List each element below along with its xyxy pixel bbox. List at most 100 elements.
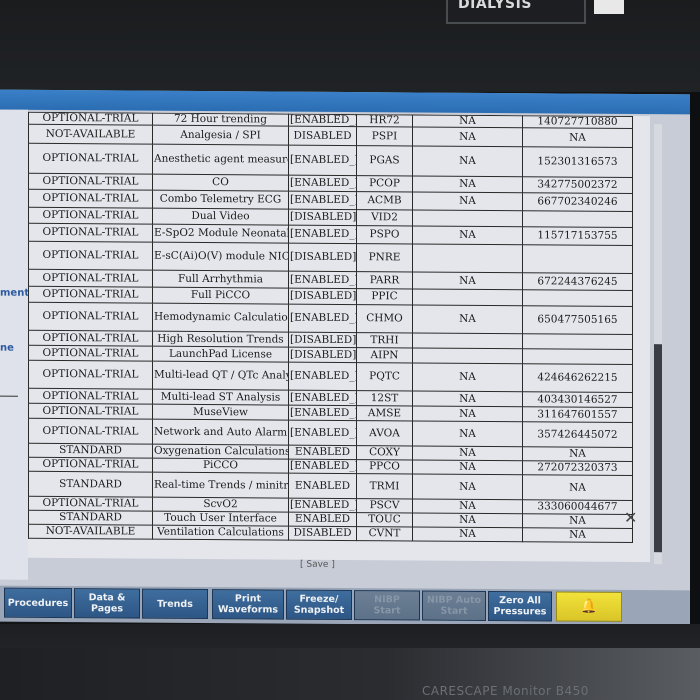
feature-cell: CO <box>152 174 289 192</box>
table-row[interactable]: OPTIONAL-TRIAL Hemodynamic Calculations [E… <box>28 302 633 335</box>
state-cell: [ENABLED_] <box>288 498 357 513</box>
screen-header <box>0 89 690 115</box>
license-number-cell: 152301316573 <box>522 146 633 178</box>
license-number-cell: 403430146527 <box>522 391 633 408</box>
nibp-start-button[interactable]: NIBP Start <box>354 590 420 621</box>
scroll-close-icon[interactable]: ✕ <box>624 508 637 527</box>
code-cell: HR72 <box>356 114 413 127</box>
status-cell: NOT-AVAILABLE <box>28 524 153 540</box>
license-number-cell <box>522 289 633 307</box>
feature-cell: LaunchPad License <box>152 346 289 363</box>
code-cell: PPIC <box>356 288 413 305</box>
na-cell: NA <box>412 390 523 407</box>
state-cell: [ENABLED_] <box>288 271 357 289</box>
left-menu-item-1[interactable]: ment <box>0 288 29 299</box>
state-cell: [ENABLED_] <box>288 459 357 474</box>
table-row[interactable]: NOT-AVAILABLE Ventilation Calculations DIS… <box>28 524 633 543</box>
code-cell: COXY <box>356 445 413 460</box>
na-cell: NA <box>412 420 523 447</box>
license-number-cell <box>522 244 633 274</box>
table-row[interactable]: OPTIONAL-TRIAL Multi-lead QT / QTc Analys… <box>28 360 633 393</box>
code-cell: AVOA <box>356 420 413 446</box>
zero-all-pressures-button[interactable]: Zero All Pressures <box>488 590 552 622</box>
state-cell: [ENABLED_] <box>288 362 357 391</box>
license-table-panel: OPTIONAL-TRIAL 72 Hour trending [ENABLED_]… <box>28 111 650 563</box>
feature-cell: Network and Auto Alarm View <box>152 419 289 446</box>
feature-cell: 72 Hour trending <box>152 113 289 127</box>
table-row[interactable]: OPTIONAL-TRIAL Anesthetic agent measureme… <box>28 143 633 178</box>
alarm-silence-button[interactable]: 🔔 <box>556 591 622 622</box>
state-cell: [ENABLED_] <box>288 390 357 406</box>
state-cell: [DISABLED] <box>288 347 357 363</box>
na-cell: NA <box>412 459 523 475</box>
feature-cell: MuseView <box>152 404 289 421</box>
na-cell: NA <box>412 191 523 211</box>
feature-cell: Real-time Trends / minitrends <box>152 472 289 499</box>
code-cell: TOUC <box>356 512 413 527</box>
status-cell: OPTIONAL-TRIAL <box>28 457 153 473</box>
state-cell: [ENABLED_] <box>288 145 357 176</box>
license-number-cell: 272072320373 <box>522 460 633 476</box>
left-menu-item-2[interactable]: ne <box>0 343 14 354</box>
license-number-cell: 140727710880 <box>522 115 633 129</box>
status-cell: STANDARD <box>28 510 153 526</box>
brand-label: CARESCAPE Monitor B450 <box>422 684 589 698</box>
code-cell: AIPN <box>356 347 413 363</box>
status-cell: OPTIONAL-TRIAL <box>28 207 153 225</box>
feature-cell: E-sC(Ai)O(V) module NICU SW <box>152 242 289 272</box>
code-cell: 12ST <box>356 390 413 406</box>
code-cell: PGAS <box>356 145 413 176</box>
na-cell: NA <box>412 126 523 147</box>
code-cell: PARR <box>356 271 413 289</box>
license-number-cell: NA <box>522 127 633 148</box>
feature-cell: Full Arrhythmia <box>152 270 289 289</box>
print-waveforms-button[interactable]: Print Waveforms <box>212 589 284 620</box>
state-cell: [ENABLED_] <box>288 420 357 446</box>
license-number-cell: 115717153755 <box>522 226 633 246</box>
state-cell: [ENABLED_] <box>288 304 357 333</box>
license-number-cell: NA <box>522 474 633 501</box>
monitor-bezel-top: DIALYSIS <box>0 0 700 92</box>
procedures-button[interactable]: Procedures <box>4 587 72 619</box>
table-row[interactable]: OPTIONAL-TRIALE-sC(Ai)O(V) module NICU S… <box>28 241 633 274</box>
freeze-snapshot-button[interactable]: Freeze/ Snapshot <box>286 589 352 621</box>
code-cell: PSPI <box>356 126 413 146</box>
license-number-cell: 357426445072 <box>522 421 633 448</box>
state-cell: [ENABLED_] <box>288 191 357 210</box>
dialysis-module: DIALYSIS <box>446 0 586 24</box>
feature-cell: Touch User Interface <box>152 511 289 527</box>
na-cell: NA <box>412 175 523 193</box>
na-cell: NA <box>412 225 523 245</box>
status-cell: OPTIONAL-TRIAL <box>28 173 153 191</box>
save-button[interactable]: [ Save ] <box>300 560 335 570</box>
na-cell: NA <box>412 498 523 514</box>
feature-cell: ScvO2 <box>152 497 289 513</box>
scrollbar-thumb[interactable] <box>654 344 662 553</box>
license-number-cell <box>522 348 633 365</box>
license-table: OPTIONAL-TRIAL 72 Hour trending [ENABLED_]… <box>28 112 633 543</box>
status-cell: OPTIONAL-TRIAL <box>28 269 153 288</box>
state-cell: [ENABLED_] <box>288 405 357 421</box>
na-cell: NA <box>412 145 523 177</box>
state-cell: DISABLED <box>288 126 357 146</box>
license-number-cell: 650477505165 <box>522 305 633 335</box>
na-cell: NA <box>412 405 523 422</box>
state-cell: [ENABLED_] <box>288 114 357 127</box>
status-cell: STANDARD <box>28 471 153 498</box>
state-cell: [ENABLED_] <box>288 225 357 244</box>
code-cell: TRMI <box>356 473 413 499</box>
code-cell: CVNT <box>356 526 413 541</box>
trends-button[interactable]: Trends <box>142 588 208 620</box>
feature-cell: PiCCO <box>152 458 289 474</box>
code-cell: PQTC <box>356 362 413 391</box>
license-number-cell: 342775002372 <box>522 176 633 194</box>
left-menu-panel: ment ne <box>0 109 29 580</box>
status-cell: OPTIONAL-TRIAL <box>28 112 153 126</box>
data-pages-button[interactable]: Data & Pages <box>74 588 140 619</box>
nibp-auto-start-button[interactable]: NIBP Auto Start <box>422 590 486 621</box>
status-cell: OPTIONAL-TRIAL <box>28 496 153 512</box>
feature-cell: Analgesia / SPI <box>152 125 289 146</box>
status-cell: NOT-AVAILABLE <box>28 124 153 145</box>
state-cell: [DISABLED] <box>288 209 357 226</box>
na-cell <box>412 288 523 306</box>
